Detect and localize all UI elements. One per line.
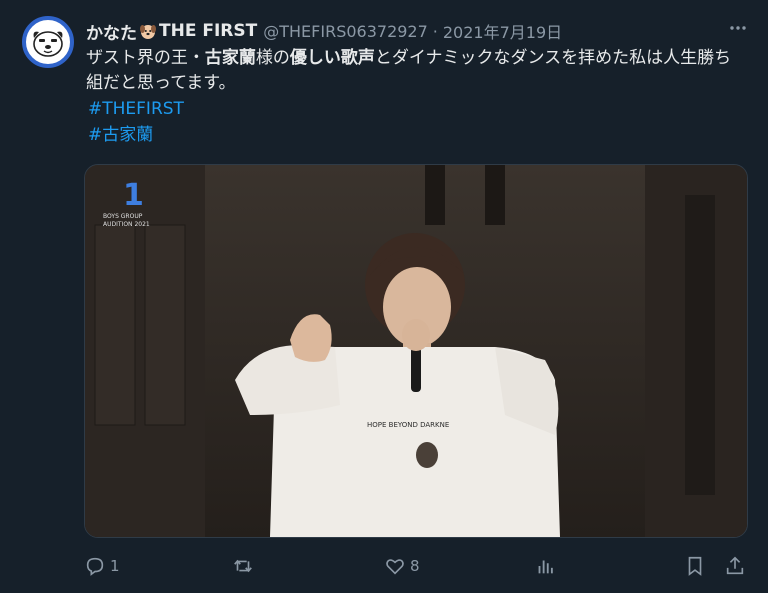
hashtag-thefirst[interactable]: #THEFIRST [88,96,746,122]
retweet-icon [234,559,252,573]
more-options-icon[interactable] [728,18,748,43]
logo-line2: AUDITION 2021 [103,221,150,228]
hashtag-koya-ran[interactable]: #古家蘭 [88,122,746,148]
analytics-icon [538,560,553,574]
avatar[interactable] [22,16,74,68]
bookmark-button[interactable] [684,552,706,580]
heart-icon [386,559,404,575]
dog-avatar-icon [33,31,63,57]
retweet-button[interactable] [232,552,258,580]
share-icon [726,556,744,575]
author-name[interactable]: かなた THE FIRST [86,19,257,44]
like-count: 8 [410,557,420,575]
logo-number: 1 [123,178,144,213]
tweet-actions: 1 8 [84,552,748,580]
text-part: ザスト界の王・ [86,48,205,68]
share-button[interactable] [724,552,746,580]
author-name-prefix: かなた [86,23,137,44]
bookmark-icon [688,556,702,576]
tweet-date[interactable]: 2021年7月19日 [443,19,562,43]
dog-face-icon [140,25,156,39]
author-name-suffix: THE FIRST [159,21,258,41]
reply-button[interactable]: 1 [84,552,120,580]
reply-icon [86,557,104,576]
reply-count: 1 [110,557,120,575]
tweet-text: ザスト界の王・古家蘭様の優しい歌声とダイナミックなダンスを拝めた私は人生勝ち組だ… [86,46,746,148]
author-handle[interactable]: @THEFIRS06372927 [263,22,428,41]
tweet-body: ザスト界の王・古家蘭様の優しい歌声とダイナミックなダンスを拝めた私は人生勝ち組だ… [86,46,746,96]
performance-photo: 1 BOYS GROUP AUDITION 2021 HOPE BEYOND D… [85,165,747,537]
views-button[interactable] [534,552,556,580]
tweet-header: かなた THE FIRST @THEFIRS06372927 · 2021年7月… [86,18,754,44]
text-part: 様の [255,48,290,68]
logo-line1: BOYS GROUP [103,213,143,220]
tweet-media-image[interactable]: 1 BOYS GROUP AUDITION 2021 HOPE BEYOND D… [84,164,748,538]
text-bold-voice: 優しい歌声 [289,48,375,68]
separator-dot: · [432,21,438,41]
like-button[interactable]: 8 [384,552,420,580]
shirt-print-text: HOPE BEYOND DARKNE [367,421,449,429]
text-bold-name: 古家蘭 [204,48,256,68]
